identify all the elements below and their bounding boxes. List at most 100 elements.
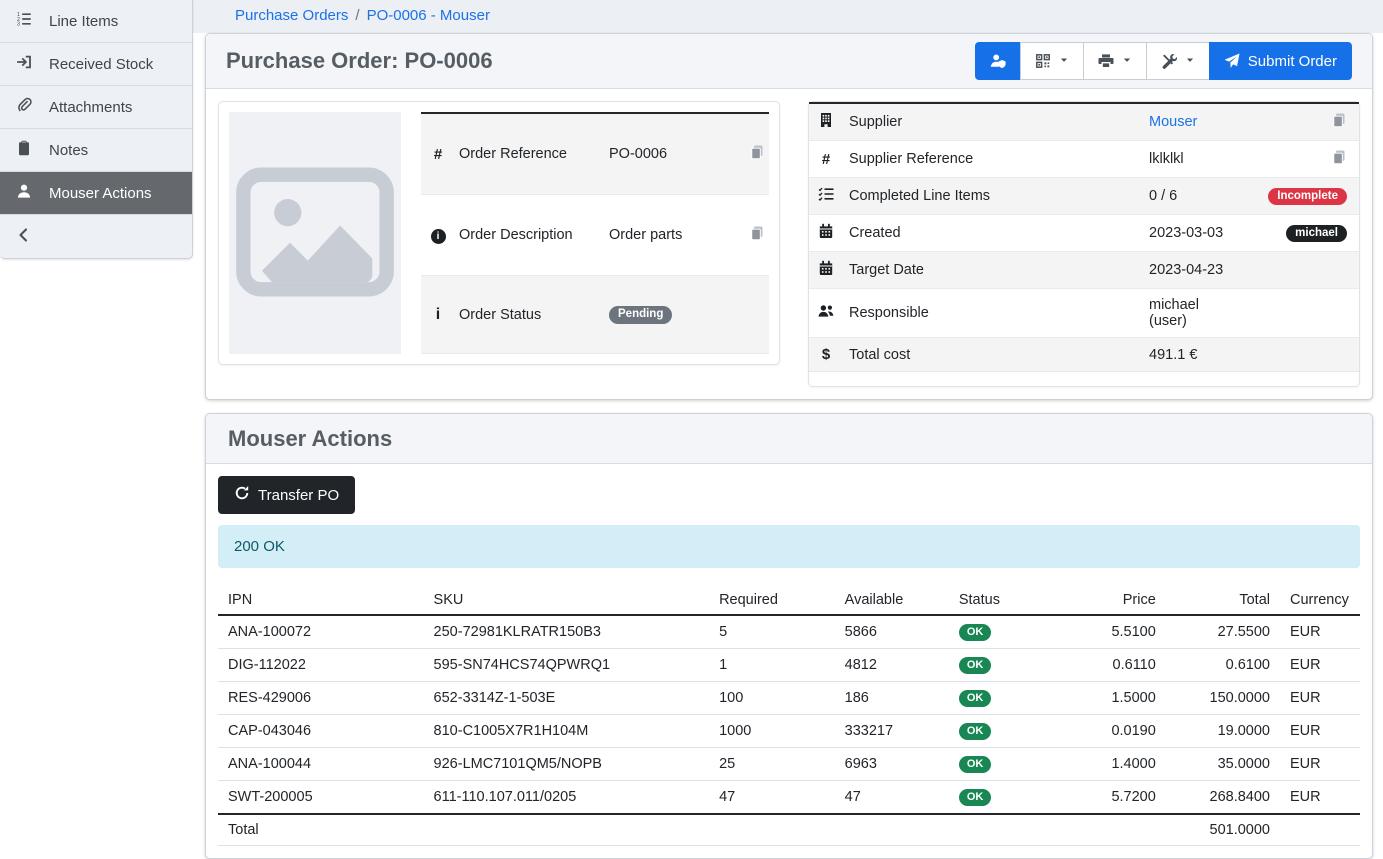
copy-button[interactable] — [1331, 149, 1347, 165]
copy-button[interactable] — [1331, 112, 1347, 128]
copy-button[interactable] — [749, 225, 765, 241]
list-check-icon — [818, 190, 834, 206]
cell-ipn: DIG-112022 — [218, 649, 424, 682]
detail-row-supplier: Supplier Mouser — [809, 103, 1359, 141]
incomplete-badge: Incomplete — [1268, 188, 1347, 206]
order-actions-menu-button[interactable] — [1146, 42, 1210, 80]
col-header-price: Price — [1063, 586, 1166, 615]
parts-total-label: Total — [218, 814, 1166, 846]
dollar-icon: $ — [822, 347, 830, 363]
breadcrumb-link-purchase-orders[interactable]: Purchase Orders — [235, 7, 348, 24]
breadcrumb-link-po-0006-mouser[interactable]: PO-0006 - Mouser — [367, 7, 490, 24]
parts-row: ANA-100072250-72981KLRATR150B355866OK5.5… — [218, 615, 1360, 649]
sidebar-item-notes[interactable]: Notes — [0, 129, 192, 172]
user-icon — [14, 183, 34, 203]
building-icon — [818, 116, 834, 132]
breadcrumb: Purchase Orders/PO-0006 - Mouser — [193, 0, 1383, 33]
page-title: Purchase Order: PO-0006 — [226, 48, 493, 74]
col-header-total: Total — [1166, 586, 1280, 615]
paperclip-icon — [14, 97, 34, 117]
col-header-required: Required — [709, 586, 835, 615]
paper-plane-icon — [1224, 53, 1240, 69]
detail-value: PO-0006 — [609, 146, 667, 162]
print-menu-button[interactable] — [1083, 42, 1147, 80]
copy-button[interactable] — [749, 144, 765, 160]
cell-status: OK — [949, 682, 1063, 715]
sign-in-icon — [14, 54, 34, 74]
ok-badge: OK — [959, 756, 992, 773]
caret-down-icon — [1185, 55, 1195, 68]
detail-row-supplier-reference: #Supplier Referencelklklkl — [809, 141, 1359, 178]
parts-row: DIG-112022595-SN74HCS74QPWRQ114812OK0.61… — [218, 649, 1360, 682]
detail-row-responsible: Responsiblemichael (user) — [809, 289, 1359, 338]
ok-badge: OK — [959, 657, 992, 674]
detail-value: 0 / 6 — [1149, 188, 1177, 204]
list-ol-icon: 123 — [14, 11, 34, 31]
cell-available: 47 — [835, 781, 949, 815]
cell-total: 27.5500 — [1166, 615, 1280, 649]
main-content: Purchase Orders/PO-0006 - Mouser Purchas… — [193, 0, 1383, 859]
supplier-link[interactable]: Mouser — [1149, 114, 1197, 130]
info-icon: i — [436, 307, 440, 323]
rotate-icon — [234, 485, 250, 505]
mouser-actions-panel: Mouser Actions Transfer PO 200 OK IPNSKU… — [205, 413, 1373, 859]
calendar-icon — [818, 227, 834, 243]
transfer-po-label: Transfer PO — [258, 487, 339, 504]
order-details-table: #Order ReferencePO-0006iOrder Descriptio… — [421, 112, 769, 354]
parts-row: CAP-043046810-C1005X7R1H104M1000333217OK… — [218, 715, 1360, 748]
detail-value: 491.1 € — [1149, 347, 1197, 363]
cell-available: 4812 — [835, 649, 949, 682]
users-icon — [818, 307, 834, 323]
cell-ipn: ANA-100044 — [218, 748, 424, 781]
cell-currency: EUR — [1280, 781, 1360, 815]
cell-currency: EUR — [1280, 649, 1360, 682]
sidebar-item-label: Mouser Actions — [49, 185, 152, 202]
transfer-po-button[interactable]: Transfer PO — [218, 476, 355, 514]
order-summary-card: #Order ReferencePO-0006iOrder Descriptio… — [218, 101, 780, 365]
cell-price: 0.6110 — [1063, 649, 1166, 682]
sidebar-item-line-items[interactable]: 123Line Items — [0, 0, 192, 43]
admin-button[interactable] — [975, 42, 1021, 80]
ok-badge: OK — [959, 789, 992, 806]
cell-available: 186 — [835, 682, 949, 715]
cell-ipn: SWT-200005 — [218, 781, 424, 815]
detail-label: Completed Line Items — [843, 178, 1143, 215]
parts-row: RES-429006652-3314Z-1-503E100186OK1.5000… — [218, 682, 1360, 715]
sidebar-item-received-stock[interactable]: Received Stock — [0, 43, 192, 86]
cell-currency: EUR — [1280, 715, 1360, 748]
detail-label: Target Date — [843, 252, 1143, 289]
caret-down-icon — [1059, 55, 1069, 68]
detail-label: Supplier — [843, 103, 1143, 141]
col-header-status: Status — [949, 586, 1063, 615]
submit-order-button[interactable]: Submit Order — [1209, 42, 1352, 80]
sidebar: 123Line ItemsReceived StockAttachmentsNo… — [0, 0, 193, 259]
detail-value: 2023-04-23 — [1149, 262, 1223, 278]
sidebar-collapse-button[interactable] — [0, 215, 192, 258]
order-actions-toolbar: Submit Order — [975, 42, 1352, 80]
cell-total: 35.0000 — [1166, 748, 1280, 781]
cell-price: 5.5100 — [1063, 615, 1166, 649]
clipboard-icon — [14, 140, 34, 160]
cell-status: OK — [949, 748, 1063, 781]
ok-badge: OK — [959, 690, 992, 707]
submit-order-button-label: Submit Order — [1248, 53, 1337, 70]
cell-total: 0.6100 — [1166, 649, 1280, 682]
sidebar-item-mouser-actions[interactable]: Mouser Actions — [0, 172, 192, 215]
michael-badge: michael — [1286, 225, 1347, 243]
detail-label: Order Reference — [455, 113, 605, 195]
sidebar-item-attachments[interactable]: Attachments — [0, 86, 192, 129]
cell-sku: 611-110.107.011/0205 — [424, 781, 710, 815]
parts-total-value: 501.0000 — [1166, 814, 1280, 846]
detail-row-order-status: iOrder StatusPending — [421, 276, 769, 354]
cell-status: OK — [949, 715, 1063, 748]
parts-row: SWT-200005611-110.107.011/02054747OK5.72… — [218, 781, 1360, 815]
cell-price: 5.7200 — [1063, 781, 1166, 815]
barcode-menu-button[interactable] — [1020, 42, 1084, 80]
hash-icon: # — [822, 152, 830, 168]
ok-badge: OK — [959, 723, 992, 740]
cell-required: 1000 — [709, 715, 835, 748]
cell-sku: 250-72981KLRATR150B3 — [424, 615, 710, 649]
svg-text:3: 3 — [17, 22, 20, 27]
detail-label: Order Status — [455, 276, 605, 354]
qrcode-icon — [1035, 53, 1051, 69]
